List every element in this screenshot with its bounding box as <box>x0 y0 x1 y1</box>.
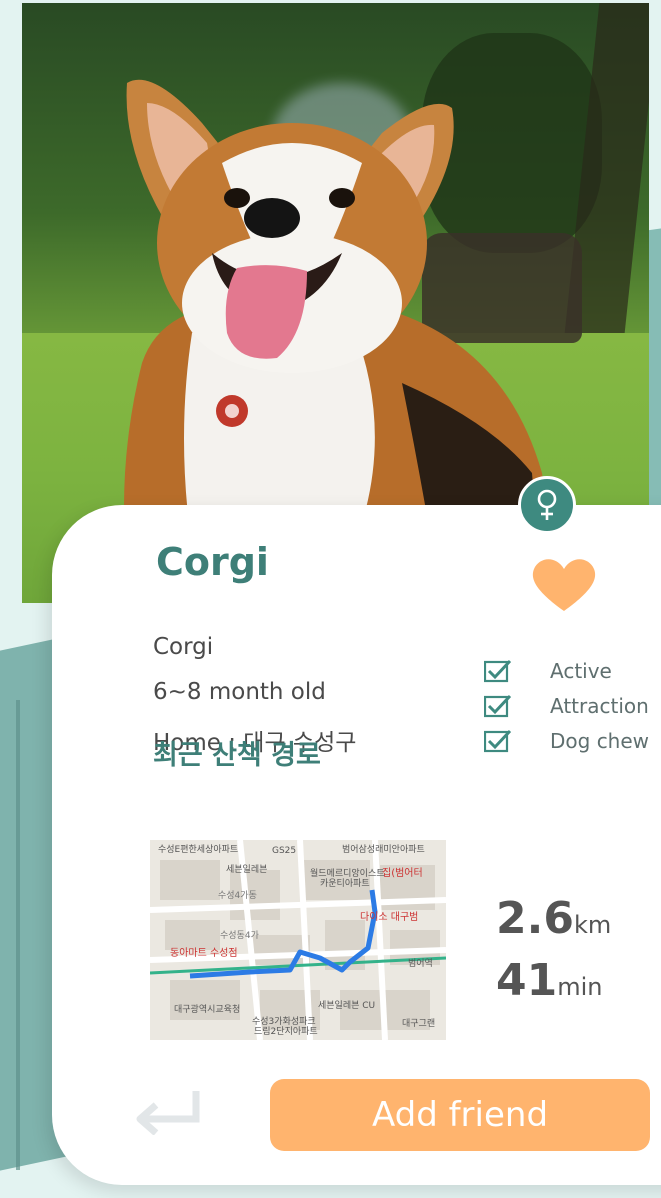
map-label: 세븐일레븐 <box>226 865 268 875</box>
distance-value: 2.6 <box>496 893 574 944</box>
add-friend-button[interactable]: Add friend <box>270 1079 650 1151</box>
map-label: 드림2단지아파트 <box>254 1027 318 1037</box>
pet-age: 6~8 month old <box>153 679 326 705</box>
walk-distance: 2.6km <box>496 893 611 944</box>
duration-unit: min <box>557 973 603 1001</box>
trait-label: Dog chew <box>550 729 650 753</box>
map-label: 다이소 대구범 <box>360 912 419 923</box>
recent-walk-title: 최근 산책 경로 <box>153 740 321 771</box>
map-label: 카운티아파트 <box>320 879 370 889</box>
map-label: GS25 <box>272 846 297 856</box>
walk-duration: 41min <box>496 955 603 1006</box>
duration-value: 41 <box>496 955 558 1006</box>
map-label: 대구광역시교육청 <box>174 1005 241 1015</box>
map-label: 세븐일레븐 CU <box>318 1001 376 1011</box>
background-line <box>16 700 20 1170</box>
pet-name: Corgi <box>156 540 269 584</box>
trait-active[interactable]: Active <box>484 659 612 683</box>
distance-unit: km <box>573 911 612 939</box>
return-arrow-icon[interactable] <box>130 1085 204 1135</box>
map-label: 범어역 <box>408 959 433 969</box>
map-label: 수성E편한세상아파트 <box>158 845 239 855</box>
trait-label: Attraction <box>550 694 649 718</box>
trait-label: Active <box>550 659 612 683</box>
map-label: 동아마트 수성점 <box>170 948 238 959</box>
walk-route-map[interactable]: 수성E편한세상아파트 GS25 범어삼성래미안아파트 세븐일레븐 월드메르디앙이… <box>150 840 446 1040</box>
map-label: 집(범어터 <box>382 868 423 879</box>
trait-attraction[interactable]: Attraction <box>484 694 649 718</box>
map-label: 수성동4가 <box>220 931 259 941</box>
map-label: 수성4가동 <box>218 891 257 901</box>
trait-dog-chew[interactable]: Dog chew <box>484 729 649 753</box>
heart-icon[interactable] <box>530 555 598 615</box>
pet-breed: Corgi <box>153 634 214 660</box>
map-label: 범어삼성래미안아파트 <box>342 845 425 855</box>
checkbox-checked-icon <box>484 659 512 683</box>
female-icon <box>518 476 576 534</box>
map-label: 대구그랜 <box>402 1019 436 1029</box>
checkbox-checked-icon <box>484 729 512 753</box>
checkbox-checked-icon <box>484 694 512 718</box>
